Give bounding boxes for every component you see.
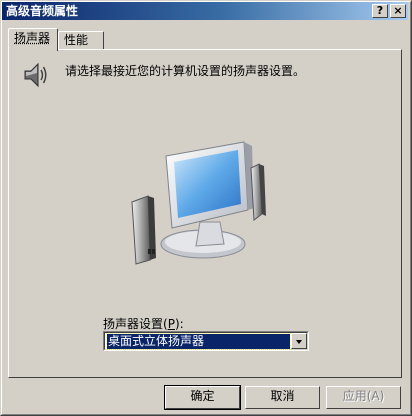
- window-title: 高级音频属性: [6, 4, 79, 18]
- desktop-stereo-speakers-illustration: [131, 141, 266, 265]
- tab-speakers-label: 扬声器: [14, 31, 51, 45]
- speaker-setup-label-suffix: ):: [174, 317, 184, 331]
- speaker-setup-dropdown[interactable]: 桌面式立体扬声器: [103, 331, 309, 351]
- speaker-setup-selected-value[interactable]: 桌面式立体扬声器: [106, 333, 291, 350]
- speaker-setup-label-accel: P: [167, 317, 175, 331]
- apply-button: 应用(A): [326, 386, 401, 409]
- close-button[interactable]: ×: [390, 4, 406, 18]
- title-bar[interactable]: 高级音频属性 ? ×: [2, 2, 408, 20]
- speaker-setup-dropdown-frame: 桌面式立体扬声器: [104, 332, 308, 350]
- help-button[interactable]: ?: [372, 4, 388, 18]
- tab-join: [9, 48, 57, 51]
- dropdown-arrow-icon[interactable]: [291, 333, 307, 349]
- tab-performance[interactable]: 性能: [58, 31, 104, 50]
- speaker-setup-label: 扬声器设置(P):: [103, 315, 184, 332]
- ok-button[interactable]: 确定: [164, 385, 241, 410]
- tab-performance-label: 性能: [64, 33, 89, 47]
- instruction-text: 请选择最接近您的计算机设置的扬声器设置。: [65, 64, 306, 78]
- speaker-icon: [24, 62, 47, 88]
- cancel-button[interactable]: 取消: [245, 386, 320, 409]
- speaker-setup-label-prefix: 扬声器设置(: [103, 317, 168, 331]
